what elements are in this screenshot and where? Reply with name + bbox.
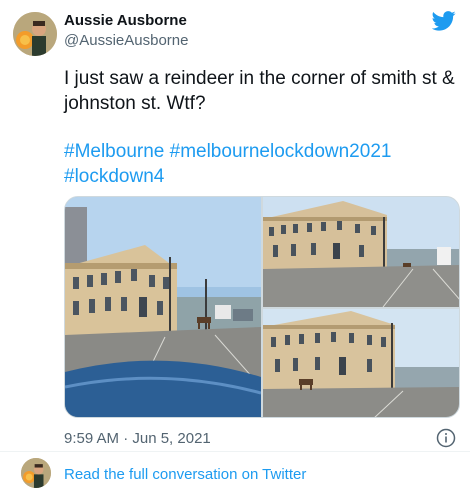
tweet-photo[interactable] (263, 309, 459, 417)
tweet-photo[interactable] (65, 197, 261, 417)
author-avatar-small[interactable] (21, 458, 51, 488)
divider (0, 451, 470, 452)
author-display-name[interactable]: Aussie Ausborne (64, 12, 187, 29)
hashtag-link[interactable]: #melbournelockdown2021 (170, 141, 392, 162)
info-icon[interactable] (436, 428, 456, 448)
tweet-media-grid (64, 196, 460, 418)
read-conversation-link[interactable]: Read the full conversation on Twitter (64, 466, 306, 483)
tweet-timestamp[interactable]: 9:59 AM · Jun 5, 2021 (64, 430, 211, 447)
author-avatar[interactable] (13, 12, 57, 56)
tweet-embed-card: Aussie Ausborne @AussieAusborne I just s… (0, 0, 470, 491)
hashtag-link[interactable]: #lockdown4 (64, 166, 164, 187)
twitter-bird-icon[interactable] (431, 10, 456, 32)
tweet-photo[interactable] (263, 197, 459, 307)
tweet-hashtags: #Melbourne #melbournelockdown2021 #lockd… (64, 139, 459, 189)
author-handle[interactable]: @AussieAusborne (64, 32, 188, 49)
tweet-text: I just saw a reindeer in the corner of s… (64, 68, 455, 114)
hashtag-link[interactable]: #Melbourne (64, 141, 164, 162)
